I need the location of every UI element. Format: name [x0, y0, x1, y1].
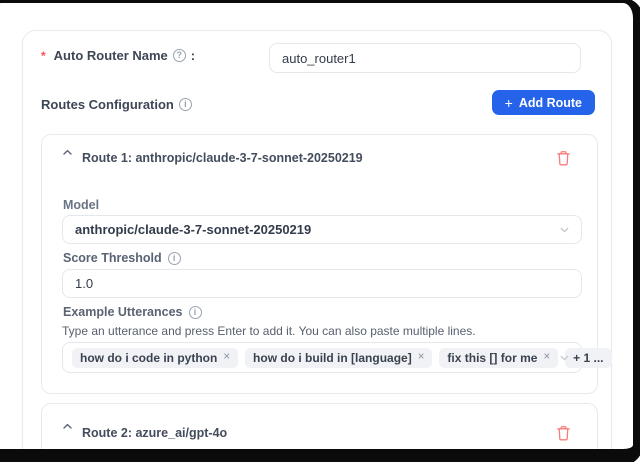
utterance-tag-text: fix this [] for me [447, 351, 537, 365]
routes-configuration-label-text: Routes Configuration [41, 97, 174, 112]
add-route-button-label: Add Route [519, 96, 582, 110]
tag-remove-icon[interactable]: × [223, 352, 230, 364]
question-circle-icon: ? [173, 49, 186, 62]
example-utterances-label: Example Utterances i [63, 305, 202, 319]
route-2-panel: Route 2: azure_ai/gpt-4o [41, 403, 598, 462]
tag-remove-icon[interactable]: × [543, 352, 550, 364]
trash-icon [556, 150, 571, 166]
collapse-chevron-up-icon[interactable] [62, 147, 73, 158]
chevron-down-icon [559, 352, 570, 363]
route-2-delete-button[interactable] [554, 423, 573, 443]
tag-remove-icon[interactable]: × [418, 352, 425, 364]
utterance-tag: how do i code in python × [72, 348, 238, 368]
add-route-button[interactable]: + Add Route [492, 90, 595, 115]
collapse-chevron-up-icon[interactable] [62, 421, 73, 432]
utterance-tag-text: how do i code in python [80, 351, 217, 365]
chevron-down-icon [559, 224, 570, 235]
model-label: Model [63, 198, 99, 212]
info-circle-icon: i [189, 306, 202, 319]
score-threshold-label: Score Threshold i [63, 251, 181, 265]
model-select-value: anthropic/claude-3-7-sonnet-20250219 [75, 222, 311, 237]
example-utterances-label-text: Example Utterances [63, 305, 183, 319]
app-window: * Auto Router Name ? : Routes Configurat… [0, 0, 640, 462]
score-threshold-label-text: Score Threshold [63, 251, 162, 265]
example-utterances-tags-input[interactable]: how do i code in python × how do i build… [62, 342, 582, 373]
info-circle-icon: i [168, 252, 181, 265]
utterance-tag-text: how do i build in [language] [253, 351, 412, 365]
route-1-delete-button[interactable] [554, 148, 573, 168]
route-1-title[interactable]: Route 1: anthropic/claude-3-7-sonnet-202… [82, 151, 363, 165]
label-colon: : [191, 48, 195, 63]
utterance-tag: fix this [] for me × [439, 348, 558, 368]
auto-router-name-input[interactable] [269, 43, 581, 73]
routes-configuration-label: Routes Configuration i [41, 97, 192, 112]
route-1-panel: Route 1: anthropic/claude-3-7-sonnet-202… [41, 134, 598, 394]
overflow-count-tag[interactable]: + 1 ... [565, 348, 611, 368]
utterance-hint-text: Type an utterance and press Enter to add… [62, 324, 476, 338]
model-select[interactable]: anthropic/claude-3-7-sonnet-20250219 [62, 215, 582, 244]
info-circle-icon: i [179, 98, 192, 111]
score-threshold-input[interactable] [62, 269, 582, 298]
route-2-title[interactable]: Route 2: azure_ai/gpt-4o [82, 426, 227, 440]
required-asterisk: * [41, 49, 46, 63]
auto-router-name-label: * Auto Router Name ? : [41, 48, 195, 63]
auto-router-name-label-text: Auto Router Name [54, 48, 168, 63]
trash-icon [556, 425, 571, 441]
auto-router-form-card: * Auto Router Name ? : Routes Configurat… [22, 30, 612, 462]
utterance-tag: how do i build in [language] × [245, 348, 432, 368]
plus-icon: + [505, 96, 513, 110]
